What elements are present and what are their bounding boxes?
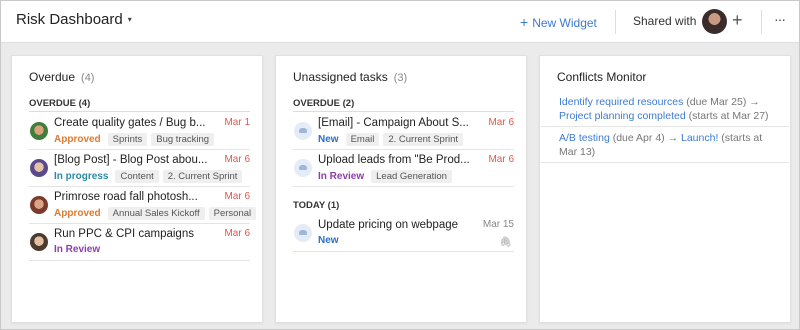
task-row[interactable]: Run PPC & CPI campaigns Mar 6 In Review <box>29 225 250 261</box>
task-row[interactable]: Update pricing on webpage Mar 15 New 🖇 <box>293 216 514 252</box>
task-row[interactable]: Create quality gates / Bug b... Mar 1 Ap… <box>29 114 250 150</box>
task-name: Run PPC & CPI campaigns <box>54 228 194 240</box>
task-name: [Blog Post] - Blog Post abou... <box>54 154 208 166</box>
conflict-dependency-link[interactable]: Launch! <box>681 132 718 144</box>
conflicts-monitor-widget: Conflicts Monitor Identify required reso… <box>539 55 791 323</box>
task-meta: In Review <box>54 244 103 255</box>
assignee-avatar <box>30 122 48 140</box>
top-bar: Risk Dashboard ▾ + New Widget Shared with… <box>1 1 799 43</box>
arrow-right-icon: → <box>749 96 760 108</box>
task-row[interactable]: [Email] - Campaign About S... Mar 6 New … <box>293 114 514 150</box>
add-share-button[interactable]: + <box>732 10 743 31</box>
task-meta: Approved Annual Sales Kickoff Personal <box>54 207 257 220</box>
plus-icon: + <box>520 14 529 30</box>
divider <box>541 126 789 127</box>
divider <box>615 10 616 34</box>
arrow-right-icon: → <box>667 132 679 144</box>
shared-user-avatar[interactable] <box>702 9 727 34</box>
widget-title-text: Overdue <box>29 70 76 84</box>
task-due-date: Mar 6 <box>488 154 514 165</box>
task-tag: Content <box>115 170 159 183</box>
assignee-avatar <box>30 196 48 214</box>
status-badge: Approved <box>54 208 101 219</box>
task-meta: Approved Sprints Bug tracking <box>54 133 215 146</box>
task-name: Primrose road fall photosh... <box>54 191 198 203</box>
unassigned-user-icon <box>294 159 312 177</box>
task-tag: 2. Current Sprint <box>162 170 243 183</box>
task-tag: Annual Sales Kickoff <box>107 207 205 220</box>
task-row[interactable]: Upload leads from "Be Prod... Mar 6 In R… <box>293 151 514 187</box>
assignee-avatar <box>30 233 48 251</box>
caret-down-icon: ▾ <box>127 15 132 24</box>
more-options-icon[interactable]: ··· <box>774 11 786 27</box>
group-header: TODAY (1) <box>293 200 340 211</box>
task-due-date: Mar 6 <box>224 228 250 239</box>
status-badge: Approved <box>54 134 101 145</box>
task-due-date: Mar 15 <box>482 219 514 230</box>
conflict-task-link[interactable]: A/B testing <box>559 132 610 144</box>
status-badge: In Review <box>318 171 365 182</box>
task-tag: 2. Current Sprint <box>383 133 464 146</box>
status-badge: New <box>318 134 339 145</box>
new-widget-label: New Widget <box>532 16 597 30</box>
page-title: Risk Dashboard <box>16 11 123 28</box>
assignee-avatar <box>30 159 48 177</box>
divider <box>29 111 250 112</box>
unassigned-tasks-widget: Unassigned tasks (3) OVERDUE (2) [Email] … <box>275 55 527 323</box>
unassigned-user-icon <box>294 122 312 140</box>
task-due-date: Mar 6 <box>488 117 514 128</box>
task-name: Upload leads from "Be Prod... <box>318 154 470 166</box>
widget-title-text: Unassigned tasks <box>293 70 388 84</box>
conflict-item: Identify required resources (due Mar 25)… <box>559 95 776 123</box>
status-badge: In progress <box>54 171 109 182</box>
task-name: Update pricing on webpage <box>318 219 459 231</box>
task-meta: In progress Content 2. Current Sprint <box>54 170 243 183</box>
task-due-date: Mar 6 <box>224 191 250 202</box>
shared-with-label: Shared with <box>633 14 697 28</box>
widget-title: Conflicts Monitor <box>557 70 647 84</box>
dashboard-window: Risk Dashboard ▾ + New Widget Shared with… <box>0 0 800 330</box>
unassigned-user-icon <box>294 224 312 242</box>
task-tag: Email <box>345 133 380 146</box>
conflict-item: A/B testing (due Apr 4) → Launch! (start… <box>559 131 776 159</box>
task-row[interactable]: [Blog Post] - Blog Post abou... Mar 6 In… <box>29 151 250 187</box>
attachment-icon: 🖇 <box>499 237 512 248</box>
new-widget-button[interactable]: + New Widget <box>520 14 597 30</box>
widget-count: (4) <box>81 72 95 84</box>
task-meta: New Email 2. Current Sprint <box>318 133 464 146</box>
divider <box>761 10 762 34</box>
conflict-task-link[interactable]: Identify required resources <box>559 96 683 108</box>
task-meta: New <box>318 235 342 246</box>
task-row[interactable]: Primrose road fall photosh... Mar 6 Appr… <box>29 188 257 224</box>
widget-count: (3) <box>393 72 408 84</box>
task-tag: Lead Generation <box>371 170 452 183</box>
status-badge: New <box>318 235 339 246</box>
divider <box>541 162 789 163</box>
group-header: OVERDUE (2) <box>293 98 355 109</box>
status-badge: In Review <box>54 244 101 255</box>
dashboard-title-dropdown[interactable]: Risk Dashboard ▾ <box>16 11 132 28</box>
conflict-dependency-link[interactable]: Project planning completed <box>559 110 686 122</box>
task-due-date: Mar 6 <box>224 154 250 165</box>
task-meta: In Review Lead Generation <box>318 170 452 183</box>
widget-title: Overdue (4) <box>29 70 94 84</box>
group-header: OVERDUE (4) <box>29 98 91 109</box>
task-name: [Email] - Campaign About S... <box>318 117 469 129</box>
task-tag: Personal <box>208 207 257 220</box>
task-tag: Sprints <box>107 133 148 146</box>
conflict-starts: (starts at Mar 27) <box>688 110 769 122</box>
task-due-date: Mar 1 <box>224 117 250 128</box>
divider <box>293 111 514 112</box>
overdue-widget: Overdue (4) OVERDUE (4) Create quality ga… <box>11 55 263 323</box>
task-name: Create quality gates / Bug b... <box>54 117 206 129</box>
widget-title: Unassigned tasks (3) <box>293 70 407 84</box>
task-tag: Bug tracking <box>151 133 215 146</box>
conflict-due: (due Apr 4) <box>612 132 665 144</box>
conflict-due: (due Mar 25) <box>686 96 747 108</box>
